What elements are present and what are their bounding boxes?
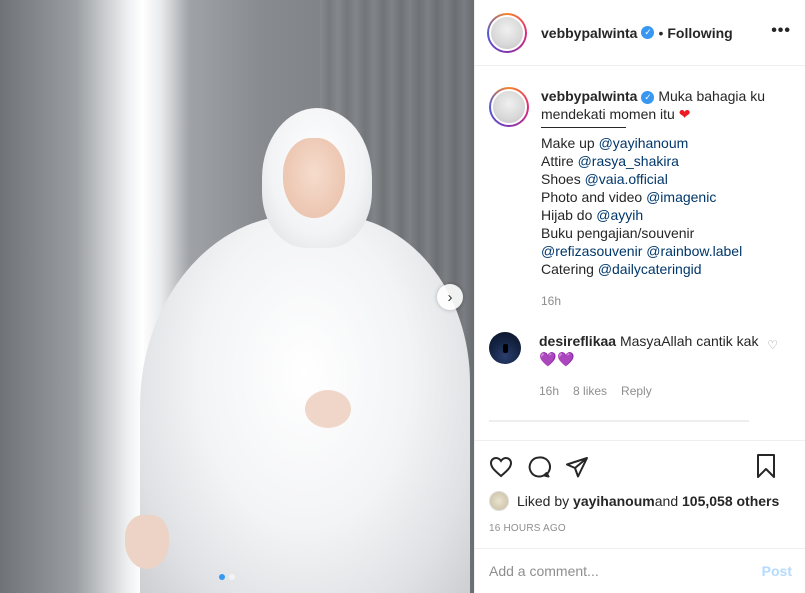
post-photo[interactable]: ›: [0, 0, 474, 593]
bookmark-icon[interactable]: [754, 453, 778, 479]
photo-hand-right: [305, 390, 351, 428]
caption-line: Catering @dailycateringid: [541, 261, 702, 277]
carousel-dot-active: [219, 574, 225, 580]
comment-item: desireflikaa MasyaAllah cantik kak 💜💜 16…: [489, 332, 792, 400]
author-avatar[interactable]: [487, 12, 527, 53]
caption-line: Buku pengajian/souvenir: [541, 225, 695, 241]
caption-body: vebbypalwinta ✓ Muka bahagia ku mendekati…: [541, 87, 792, 310]
mention-link[interactable]: @vaia.official: [585, 171, 668, 187]
comment-icon[interactable]: [527, 455, 551, 479]
caption-line: @refizasouvenir @rainbow.label: [541, 242, 792, 260]
comment-text: MasyaAllah cantik kak: [619, 333, 759, 349]
more-options-icon[interactable]: •••: [771, 22, 791, 40]
purple-heart-emoji: 💜💜: [539, 351, 576, 367]
caption-divider: [541, 127, 626, 128]
reply-button[interactable]: Reply: [621, 382, 652, 400]
header-separator: •: [658, 24, 664, 41]
photo-face: [283, 138, 345, 218]
caption-username[interactable]: vebbypalwinta: [541, 88, 637, 104]
post-timestamp[interactable]: 16 HOURS AGO: [489, 523, 792, 534]
post-side-panel: vebbypalwinta ✓ • Following ••• vebbypal…: [474, 0, 805, 593]
verified-badge-icon: ✓: [641, 90, 655, 104]
comment-input[interactable]: Add a comment...: [489, 563, 762, 579]
likes-summary: Liked by yayihanoum and 105,058 others: [489, 491, 792, 511]
comment-body: desireflikaa MasyaAllah cantik kak 💜💜 16…: [539, 332, 769, 400]
commenter-username[interactable]: desireflikaa: [539, 333, 616, 349]
mention-link[interactable]: @imagenic: [646, 189, 716, 205]
caption-line: Shoes @vaia.official: [541, 171, 668, 187]
mention-link[interactable]: @yayihanoum: [599, 135, 689, 151]
author-username[interactable]: vebbypalwinta: [541, 25, 637, 41]
mention-link[interactable]: @refizasouvenir @rainbow.label: [541, 243, 742, 259]
mention-link[interactable]: @ayyih: [596, 207, 643, 223]
caption-time[interactable]: 16h: [541, 292, 792, 310]
post-header: vebbypalwinta ✓ • Following •••: [475, 0, 805, 66]
caption: vebbypalwinta ✓ Muka bahagia ku mendekati…: [489, 87, 792, 310]
likes-count[interactable]: 105,058 others: [682, 493, 779, 509]
liker-avatar[interactable]: [489, 491, 509, 511]
caption-line: Hijab do @ayyih: [541, 207, 644, 223]
post-actions: Liked by yayihanoum and 105,058 others 1…: [475, 440, 805, 534]
liker-username[interactable]: yayihanoum: [573, 493, 655, 509]
caption-line: Photo and video @imagenic: [541, 189, 717, 205]
comment-likes[interactable]: 8 likes: [573, 382, 607, 400]
share-icon[interactable]: [565, 455, 589, 479]
photo-hand-left: [125, 515, 169, 569]
post-comment-button[interactable]: Post: [762, 563, 792, 579]
carousel-dots: [219, 574, 235, 580]
caption-line: Make up @yayihanoum: [541, 135, 689, 151]
comments-area[interactable]: vebbypalwinta ✓ Muka bahagia ku mendekati…: [475, 67, 805, 439]
action-icons: [489, 453, 792, 481]
add-comment-bar: Add a comment... Post: [475, 548, 805, 593]
likes-prefix: Liked by: [517, 493, 570, 509]
heart-icon[interactable]: [489, 455, 513, 479]
caption-avatar[interactable]: [489, 87, 529, 127]
commenter-avatar[interactable]: [489, 332, 521, 364]
verified-badge-icon: ✓: [641, 26, 655, 39]
carousel-dot: [229, 574, 235, 580]
red-heart-emoji: ❤: [678, 106, 691, 122]
next-arrow-icon[interactable]: ›: [437, 284, 463, 310]
comment-meta: 16h 8 likes Reply: [539, 382, 769, 400]
comment-time[interactable]: 16h: [539, 382, 559, 400]
next-comment-partial: [489, 420, 749, 432]
likes-middle: and: [654, 493, 679, 509]
caption-line: Attire @rasya_shakira: [541, 153, 679, 169]
mention-link[interactable]: @dailycateringid: [598, 261, 702, 277]
following-button[interactable]: Following: [667, 25, 732, 41]
mention-link[interactable]: @rasya_shakira: [578, 153, 679, 169]
like-comment-icon[interactable]: ♡: [767, 338, 778, 352]
